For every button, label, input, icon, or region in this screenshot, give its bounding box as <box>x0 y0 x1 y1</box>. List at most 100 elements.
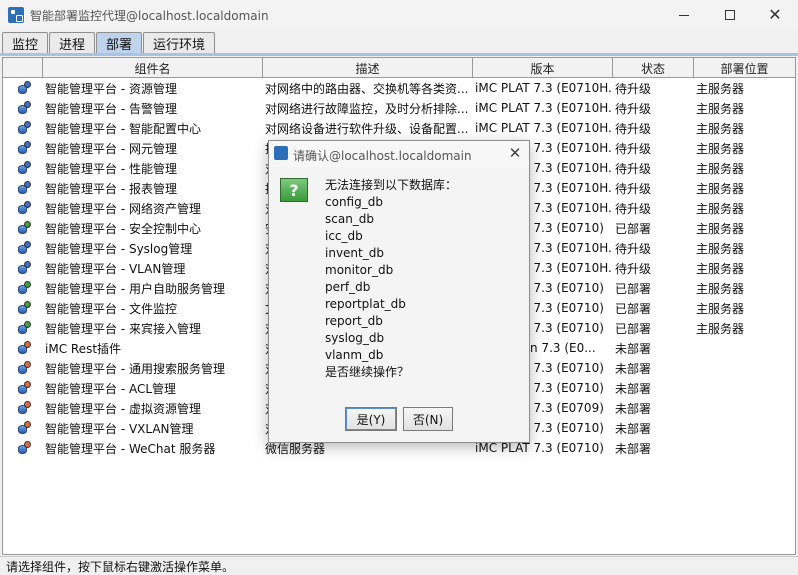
component-icon <box>17 81 31 95</box>
component-icon-cell <box>3 298 43 318</box>
cell-location: 主服务器 <box>696 121 745 136</box>
component-icon <box>17 241 31 255</box>
status-bar: 请选择组件，按下鼠标右键激活操作菜单。 <box>0 556 798 574</box>
cell-name: 智能管理平台 - VLAN管理 <box>45 261 186 276</box>
cell-location: 主服务器 <box>696 281 745 296</box>
component-icon <box>17 361 31 375</box>
cell-location: 主服务器 <box>696 241 745 256</box>
title-bar: 智能部署监控代理@localhost.localdomain ✕ <box>0 0 798 30</box>
cell-version: iMC PLAT 7.3 (E0710H... <box>475 121 613 135</box>
dialog-title: 请确认@localhost.localdomain <box>293 149 472 163</box>
component-icon-cell <box>3 398 43 418</box>
cell-location <box>694 338 795 358</box>
cell-location: 主服务器 <box>696 261 745 276</box>
cell-version: iMC PLAT 7.3 (E0710H... <box>475 101 613 115</box>
cell-name: 智能管理平台 - 报表管理 <box>45 181 177 196</box>
header-name[interactable]: 组件名 <box>43 58 263 78</box>
dialog-message-line: invent_db <box>325 246 384 260</box>
status-text: 请选择组件，按下鼠标右键激活操作菜单。 <box>6 560 235 574</box>
component-icon <box>17 201 31 215</box>
cell-location <box>694 358 795 378</box>
dialog-message-line: 无法连接到以下数据库： <box>325 178 458 192</box>
cell-location: 主服务器 <box>696 141 745 156</box>
component-icon-cell <box>3 198 43 218</box>
cell-location: 主服务器 <box>696 161 745 176</box>
question-icon: ? <box>280 178 308 202</box>
table-row[interactable]: 智能管理平台 - 智能配置中心 对网络设备进行软件升级、设备配置... iMC PL… <box>3 118 795 138</box>
table-row[interactable]: 智能管理平台 - 告警管理 对网络进行故障监控，及时分析排除... iMC PLAT… <box>3 98 795 118</box>
tab-deploy[interactable]: 部署 <box>96 32 143 53</box>
close-button[interactable]: ✕ <box>752 0 798 30</box>
component-icon <box>17 301 31 315</box>
tab-runtime[interactable]: 运行环境 <box>143 32 216 53</box>
cell-status: 待升级 <box>615 241 652 256</box>
component-icon <box>17 261 31 275</box>
cell-status: 未部署 <box>615 401 652 416</box>
cell-name: 智能管理平台 - 网络资产管理 <box>45 201 201 216</box>
cell-name: 智能管理平台 - 资源管理 <box>45 81 177 96</box>
maximize-button[interactable] <box>707 0 753 30</box>
no-button[interactable]: 否(N) <box>403 407 453 431</box>
component-icon <box>17 221 31 235</box>
component-icon-cell <box>3 258 43 278</box>
close-icon: ✕ <box>508 144 522 162</box>
component-icon <box>17 281 31 295</box>
table-row[interactable]: 智能管理平台 - 资源管理 对网络中的路由器、交换机等各类资... iMC PLAT… <box>3 78 795 98</box>
component-icon-cell <box>3 158 43 178</box>
app-icon <box>274 146 288 160</box>
component-icon <box>17 161 31 175</box>
component-icon-cell <box>3 378 43 398</box>
tab-bar: 监控 进程 部署 运行环境 <box>2 32 216 53</box>
cell-name: 智能管理平台 - 通用搜索服务管理 <box>45 361 225 376</box>
cell-location <box>694 398 795 418</box>
cell-status: 已部署 <box>615 321 652 336</box>
dialog-message-line: scan_db <box>325 212 375 226</box>
cell-location: 主服务器 <box>696 181 745 196</box>
cell-status: 未部署 <box>615 421 652 436</box>
component-icon-cell <box>3 98 43 118</box>
cell-name: 智能管理平台 - 用户自助服务管理 <box>45 281 225 296</box>
cell-location: 主服务器 <box>696 81 745 96</box>
cell-location <box>694 438 795 458</box>
tab-process[interactable]: 进程 <box>49 32 96 53</box>
component-icon-cell <box>3 138 43 158</box>
cell-status: 待升级 <box>615 161 652 176</box>
cell-location: 主服务器 <box>696 221 745 236</box>
dialog-close-button[interactable]: ✕ <box>505 143 525 163</box>
cell-name: 智能管理平台 - 文件监控 <box>45 301 177 316</box>
cell-name: 智能管理平台 - Syslog管理 <box>45 241 193 256</box>
component-icon-cell <box>3 218 43 238</box>
component-icon <box>17 101 31 115</box>
dialog-message-line: report_db <box>325 314 383 328</box>
cell-location: 主服务器 <box>696 201 745 216</box>
cell-name: 智能管理平台 - VXLAN管理 <box>45 421 194 436</box>
component-icon <box>17 421 31 435</box>
cell-description: 对网络设备进行软件升级、设备配置... <box>265 121 469 136</box>
app-icon <box>8 7 24 23</box>
minimize-icon <box>679 14 689 16</box>
cell-status: 未部署 <box>615 341 652 356</box>
header-icon-column[interactable] <box>3 58 43 78</box>
cell-status: 已部署 <box>615 281 652 296</box>
cell-location <box>694 378 795 398</box>
minimize-button[interactable] <box>661 0 707 30</box>
component-icon-cell <box>3 338 43 358</box>
tab-monitor[interactable]: 监控 <box>2 32 49 53</box>
header-status[interactable]: 状态 <box>613 58 694 78</box>
header-version[interactable]: 版本 <box>473 58 613 78</box>
cell-location: 主服务器 <box>696 321 745 336</box>
dialog-message-line: config_db <box>325 195 383 209</box>
component-icon-cell <box>3 178 43 198</box>
cell-name: 智能管理平台 - 来宾接入管理 <box>45 321 201 336</box>
dialog-message-line: icc_db <box>325 229 363 243</box>
component-icon-cell <box>3 358 43 378</box>
header-location[interactable]: 部署位置 <box>694 58 795 78</box>
yes-button[interactable]: 是(Y) <box>345 407 397 431</box>
dialog-title-bar: 请确认@localhost.localdomain ✕ <box>269 141 529 167</box>
dialog-message-line: reportplat_db <box>325 297 406 311</box>
header-description[interactable]: 描述 <box>263 58 473 78</box>
dialog-message-line: perf_db <box>325 280 371 294</box>
cell-name: iMC Rest插件 <box>45 341 122 356</box>
cell-status: 待升级 <box>615 181 652 196</box>
cell-name: 智能管理平台 - 智能配置中心 <box>45 121 201 136</box>
